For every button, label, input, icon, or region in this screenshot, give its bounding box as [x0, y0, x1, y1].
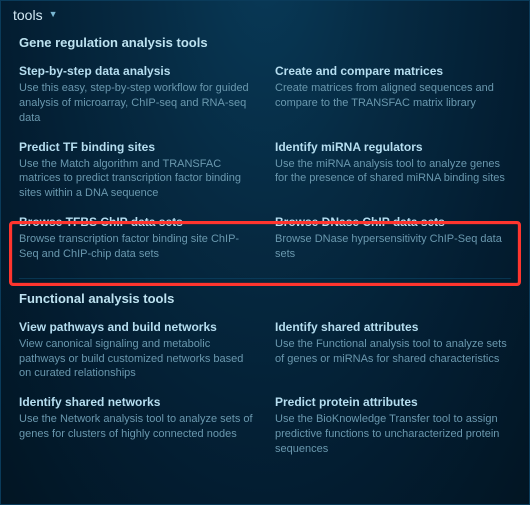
item-desc: Use the Match algorithm and TRANSFAC mat…: [19, 157, 255, 202]
gene-regulation-grid: Step-by-step data analysis Use this easy…: [1, 56, 529, 268]
item-browse-tfbs-chip[interactable]: Browse TFBS ChIP data sets Browse transc…: [19, 215, 255, 262]
item-desc: Use the BioKnowledge Transfer tool to as…: [275, 412, 511, 457]
functional-grid: View pathways and build networks View ca…: [1, 312, 529, 463]
item-title: View pathways and build networks: [19, 320, 255, 335]
item-desc: Use the Network analysis tool to analyze…: [19, 412, 255, 442]
section-title-functional: Functional analysis tools: [1, 279, 529, 312]
item-desc: Create matrices from aligned sequences a…: [275, 81, 511, 111]
item-view-pathways[interactable]: View pathways and build networks View ca…: [19, 320, 255, 382]
section-divider: [19, 278, 511, 279]
chevron-down-icon: ▼: [49, 9, 58, 19]
item-title: Step-by-step data analysis: [19, 64, 255, 79]
item-desc: View canonical signaling and metabolic p…: [19, 337, 255, 382]
item-predict-tf-binding[interactable]: Predict TF binding sites Use the Match a…: [19, 140, 255, 202]
tools-header-label: tools: [13, 7, 43, 23]
tools-header[interactable]: tools ▼: [1, 1, 529, 29]
item-identify-shared-attributes[interactable]: Identify shared attributes Use the Funct…: [275, 320, 511, 382]
item-title: Browse TFBS ChIP data sets: [19, 215, 255, 230]
item-desc: Use this easy, step-by-step workflow for…: [19, 81, 255, 126]
item-title: Predict TF binding sites: [19, 140, 255, 155]
item-title: Identify shared networks: [19, 395, 255, 410]
item-identify-mirna[interactable]: Identify miRNA regulators Use the miRNA …: [275, 140, 511, 202]
section-title-gene-regulation: Gene regulation analysis tools: [1, 29, 529, 56]
item-predict-protein-attributes[interactable]: Predict protein attributes Use the BioKn…: [275, 395, 511, 457]
tools-panel: tools ▼ Gene regulation analysis tools S…: [0, 0, 530, 505]
item-title: Create and compare matrices: [275, 64, 511, 79]
item-step-by-step[interactable]: Step-by-step data analysis Use this easy…: [19, 64, 255, 126]
item-browse-dnase-chip[interactable]: Browse DNase ChIP data sets Browse DNase…: [275, 215, 511, 262]
item-title: Browse DNase ChIP data sets: [275, 215, 511, 230]
item-identify-shared-networks[interactable]: Identify shared networks Use the Network…: [19, 395, 255, 457]
item-desc: Browse transcription factor binding site…: [19, 232, 255, 262]
item-title: Identify shared attributes: [275, 320, 511, 335]
item-title: Identify miRNA regulators: [275, 140, 511, 155]
item-desc: Use the Functional analysis tool to anal…: [275, 337, 511, 367]
item-create-compare-matrices[interactable]: Create and compare matrices Create matri…: [275, 64, 511, 126]
item-desc: Browse DNase hypersensitivity ChIP-Seq d…: [275, 232, 511, 262]
item-desc: Use the miRNA analysis tool to analyze g…: [275, 157, 511, 187]
item-title: Predict protein attributes: [275, 395, 511, 410]
